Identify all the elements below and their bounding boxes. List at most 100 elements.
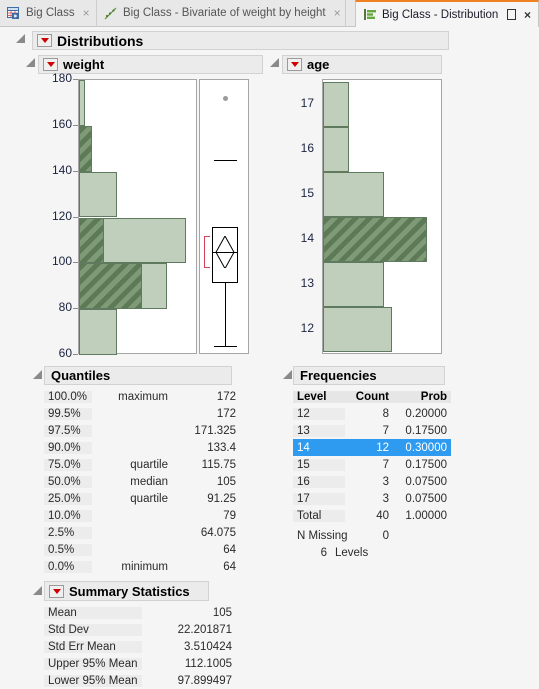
red-triangle-menu-summary-statistics[interactable] [49, 584, 64, 598]
weight-histogram-bar[interactable] [79, 171, 117, 218]
age-histogram-bar[interactable] [323, 307, 393, 352]
summary-statistics-row[interactable]: Std Err Mean 3.510424 [44, 638, 244, 655]
summary-statistics-row[interactable]: Upper 95% Mean 112.1005 [44, 655, 244, 672]
quantile-percent: 97.5% [44, 424, 92, 437]
summary-stat-value: 112.1005 [184, 657, 232, 670]
weight-boxplot-frame[interactable] [199, 79, 249, 354]
quantiles-row[interactable]: 50.0% median 105 [44, 473, 240, 490]
weight-histogram-bar[interactable] [79, 80, 86, 126]
frequencies-row[interactable]: 12 8 0.20000 [293, 405, 451, 422]
red-triangle-menu-weight[interactable] [43, 58, 58, 71]
quantile-percent: 2.5% [44, 526, 92, 539]
quantiles-row[interactable]: 100.0% maximum 172 [44, 388, 240, 405]
frequencies-title: Frequencies [300, 368, 377, 383]
quantile-value: 64.075 [200, 526, 236, 539]
frequencies-column-header[interactable]: Level [293, 390, 345, 403]
frequency-prob: 0.07500 [405, 492, 447, 505]
weight-axis-tick [73, 262, 78, 264]
quantile-value: 64 [223, 560, 236, 573]
frequencies-row[interactable]: 16 3 0.07500 [293, 473, 451, 490]
boxplot-lower-whisker-line [225, 283, 226, 346]
frequencies-row[interactable]: Total 40 1.00000 [293, 507, 451, 524]
n-missing-value: 0 [382, 529, 389, 542]
summary-statistics-title: Summary Statistics [69, 583, 190, 599]
quantiles-row[interactable]: 99.5% 172 [44, 405, 240, 422]
summary-statistics-row[interactable]: Lower 95% Mean 97.899497 [44, 672, 244, 689]
tab-close-icon[interactable]: × [83, 7, 90, 19]
quantiles-row[interactable]: 97.5% 171.325 [44, 422, 240, 439]
page-title: Distributions [57, 32, 144, 49]
tab-label: Big Class - Bivariate of weight by heigh… [123, 7, 326, 19]
disclosure-summary-statistics[interactable] [33, 586, 42, 595]
age-histogram-bar[interactable] [323, 262, 384, 307]
frequency-level: 17 [293, 492, 345, 505]
weight-axis-tick-label: 120 [51, 208, 72, 223]
frequency-prob: 1.00000 [405, 509, 447, 522]
frequencies-column-header[interactable]: Prob [393, 390, 451, 403]
quantiles-row[interactable]: 10.0% 79 [44, 507, 240, 524]
tab-big-class[interactable]: Big Class × [0, 0, 97, 27]
frequencies-row[interactable]: 15 7 0.17500 [293, 456, 451, 473]
disclosure-quantiles[interactable] [33, 370, 42, 379]
frequency-level: Total [293, 509, 345, 522]
quantile-value: 171.325 [194, 424, 236, 437]
summary-stat-name: Std Err Mean [44, 640, 142, 653]
disclosure-distributions[interactable] [16, 34, 25, 43]
frequencies-row[interactable]: 17 3 0.07500 [293, 490, 451, 507]
quantiles-row[interactable]: 2.5% 64.075 [44, 524, 240, 541]
frequency-count: 3 [382, 492, 389, 505]
frequencies-header-row: Level Count Prob [293, 388, 451, 405]
quantile-name: maximum [118, 390, 168, 403]
age-histogram-bar-selected[interactable] [323, 217, 427, 262]
disclosure-weight[interactable] [26, 58, 35, 67]
boxplot-upper-whisker-cap [214, 160, 237, 162]
quantile-percent: 75.0% [44, 458, 92, 471]
quantiles-row[interactable]: 75.0% quartile 115.75 [44, 456, 240, 473]
frequency-prob: 0.07500 [405, 475, 447, 488]
weight-axis-tick-label: 140 [51, 162, 72, 177]
age-panel-title: age [307, 57, 330, 72]
red-triangle-menu-distributions[interactable] [37, 34, 52, 47]
red-triangle-menu-age[interactable] [287, 58, 302, 71]
age-histogram-bar[interactable] [323, 172, 384, 217]
frequencies-column-header[interactable]: Count [345, 390, 393, 403]
tab-distribution[interactable]: Big Class - Distribution × [355, 0, 539, 27]
summary-statistics-row[interactable]: Mean 105 [44, 604, 244, 621]
boxplot-mean-diamond [215, 235, 235, 269]
weight-histogram-bar-selected[interactable] [79, 217, 105, 264]
distributions-title-bar: Distributions [32, 31, 449, 50]
distribution-icon [363, 8, 377, 21]
quantiles-row[interactable]: 90.0% 133.4 [44, 439, 240, 456]
frequencies-row[interactable]: 14 12 0.30000 [293, 439, 451, 456]
weight-histogram-bar[interactable] [79, 309, 117, 355]
frequencies-footer: N Missing 0 6 Levels [293, 527, 463, 561]
quantiles-row[interactable]: 0.0% minimum 64 [44, 558, 240, 575]
frequencies-row[interactable]: 13 7 0.17500 [293, 422, 451, 439]
age-histogram-bar[interactable] [323, 127, 349, 172]
weight-histogram-frame[interactable] [78, 79, 197, 355]
boxplot-lower-whisker-cap [214, 345, 237, 347]
age-histogram-bar[interactable] [323, 82, 349, 127]
age-title-bar: age [282, 55, 442, 74]
maximize-icon[interactable] [507, 9, 516, 20]
quantile-value: 91.25 [207, 492, 236, 505]
age-histogram-frame[interactable] [322, 79, 442, 354]
weight-axis-tick [73, 79, 78, 80]
tab-close-icon[interactable]: × [334, 7, 341, 19]
quantile-percent: 50.0% [44, 475, 92, 488]
summary-statistics-row[interactable]: Std Dev 22.201871 [44, 621, 244, 638]
frequency-prob: 0.20000 [405, 407, 447, 420]
quantiles-row[interactable]: 25.0% quartile 91.25 [44, 490, 240, 507]
frequency-level: 15 [293, 458, 345, 471]
quantile-name: quartile [130, 492, 168, 505]
tab-bivariate[interactable]: Big Class - Bivariate of weight by heigh… [97, 0, 346, 27]
tab-close-icon[interactable]: × [524, 9, 531, 21]
age-axis-tick-label: 17 [300, 95, 314, 110]
weight-histogram-bar-selected[interactable] [79, 263, 142, 310]
age-axis-tick-label: 12 [300, 320, 314, 335]
disclosure-age[interactable] [270, 58, 279, 67]
weight-histogram-bar-selected[interactable] [79, 125, 92, 172]
quantiles-row[interactable]: 0.5% 64 [44, 541, 240, 558]
summary-statistics-table: Mean 105 Std Dev 22.201871 Std Err Mean 3.510… [44, 604, 244, 689]
disclosure-frequencies[interactable] [283, 370, 292, 379]
